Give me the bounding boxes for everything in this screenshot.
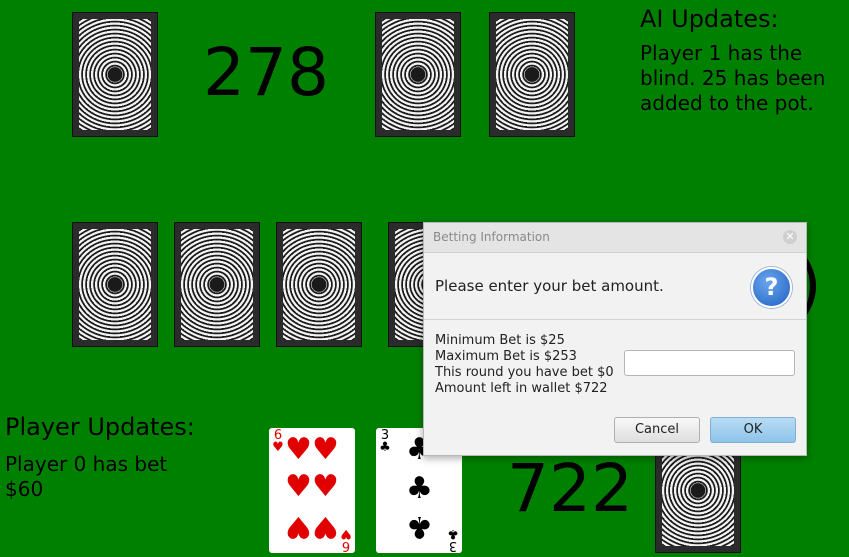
ai-updates-message: Player 1 has the blind. 25 has been adde… bbox=[640, 41, 826, 115]
community-card-back bbox=[276, 222, 362, 347]
heart-pip: ♥ bbox=[312, 509, 339, 544]
bet-amount-input[interactable] bbox=[624, 350, 795, 376]
ok-button[interactable]: OK bbox=[710, 417, 796, 443]
community-card-back bbox=[174, 222, 260, 347]
question-icon: ? bbox=[751, 267, 792, 308]
wallet-left-text: Amount left in wallet $722 bbox=[435, 381, 608, 396]
bet-info: Minimum Bet is $25 Maximum Bet is $253 T… bbox=[435, 333, 614, 397]
player-wallet-amount: 722 bbox=[507, 450, 633, 527]
ai-updates-title: AI Updates: bbox=[640, 5, 779, 33]
player-updates-message: Player 0 has bet $60 bbox=[5, 452, 168, 501]
heart-pip: ♥ bbox=[285, 432, 312, 467]
ai-card-back bbox=[375, 12, 461, 137]
ai-card-back bbox=[72, 12, 158, 137]
heart-pip: ♥ bbox=[312, 432, 339, 467]
ai-pot-amount: 278 bbox=[203, 34, 329, 111]
ai-card-back bbox=[489, 12, 575, 137]
min-bet-text: Minimum Bet is $25 bbox=[435, 333, 565, 348]
betting-dialog: Betting Information ✕ Please enter your … bbox=[423, 222, 807, 456]
heart-pip: ♥ bbox=[312, 469, 339, 504]
dialog-titlebar[interactable]: Betting Information ✕ bbox=[424, 223, 806, 253]
max-bet-text: Maximum Bet is $253 bbox=[435, 349, 577, 364]
round-bet-text: This round you have bet $0 bbox=[435, 365, 614, 380]
player-updates-title: Player Updates: bbox=[5, 413, 195, 441]
dialog-header: Please enter your bet amount. ? bbox=[424, 252, 806, 320]
dialog-header-text: Please enter your bet amount. bbox=[435, 277, 664, 295]
cancel-button[interactable]: Cancel bbox=[614, 417, 700, 443]
dialog-title: Betting Information bbox=[433, 230, 550, 244]
club-pip: ♣ bbox=[406, 509, 433, 544]
player-card-6-hearts: 6 ♥ ♥ ♥ ♥ ♥ ♥ ♥ 6 ♥ bbox=[269, 428, 355, 553]
heart-pip: ♥ bbox=[285, 509, 312, 544]
close-icon[interactable]: ✕ bbox=[783, 230, 797, 244]
club-pip: ♣ bbox=[406, 471, 433, 506]
community-card-back bbox=[72, 222, 158, 347]
heart-pip: ♥ bbox=[285, 469, 312, 504]
